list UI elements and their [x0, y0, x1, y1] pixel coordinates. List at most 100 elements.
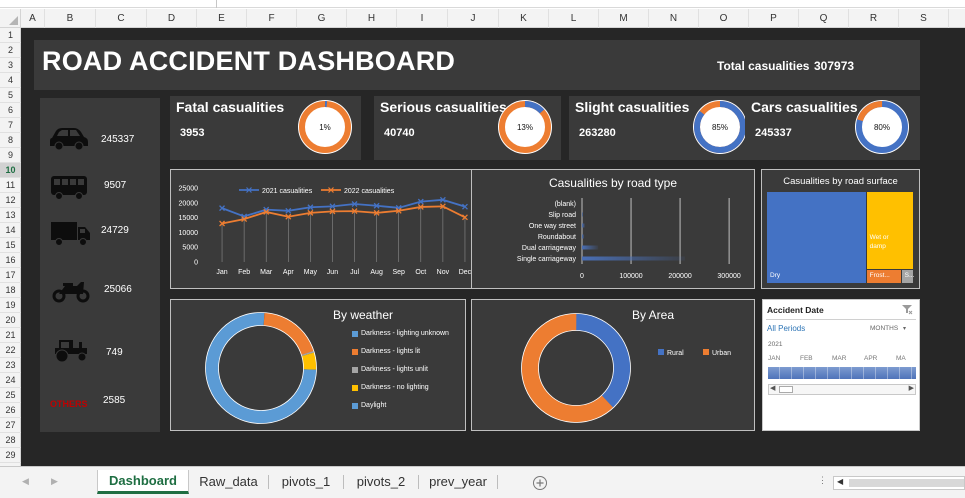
column-header-r[interactable]: R: [849, 9, 899, 28]
column-header-i[interactable]: I: [397, 9, 448, 28]
column-header-j[interactable]: J: [448, 9, 499, 28]
row-header-20[interactable]: 20: [0, 313, 21, 328]
column-header-e[interactable]: E: [197, 9, 247, 28]
row-header-26[interactable]: 26: [0, 403, 21, 418]
road-surface-chart[interactable]: Casualities by road surface Dry Wet or da…: [761, 169, 920, 289]
slicer-month-mar[interactable]: MAR: [832, 355, 846, 362]
row-header-17[interactable]: 17: [0, 268, 21, 283]
column-header-m[interactable]: M: [599, 9, 649, 28]
row-header-24[interactable]: 24: [0, 373, 21, 388]
slicer-month-jan[interactable]: JAN: [768, 355, 780, 362]
row-header-5[interactable]: 5: [0, 88, 21, 103]
tab-scroll-left-icon[interactable]: ◀: [22, 476, 29, 487]
all-periods-label[interactable]: All Periods: [767, 324, 805, 333]
weather-chart[interactable]: By weather Darkness - lighting unknown Da…: [170, 299, 466, 431]
column-header-b[interactable]: B: [45, 9, 96, 28]
row-headers: 1 2 3 4 5 6 7 8 9 10 11 12 13 14 15 16 17 18 19 20 21 22 23 24 2…: [0, 28, 21, 466]
column-header-l[interactable]: L: [549, 9, 599, 28]
scroll-left-icon[interactable]: ◀: [770, 384, 775, 392]
row-header-4[interactable]: 4: [0, 73, 21, 88]
hscroll-left-icon[interactable]: ◀: [837, 477, 843, 486]
column-header-p[interactable]: P: [749, 9, 799, 28]
y-tick-label: 15000: [179, 215, 199, 222]
row-header-29[interactable]: 29: [0, 448, 21, 463]
column-header-c[interactable]: C: [96, 9, 147, 28]
row-header-10[interactable]: 10: [0, 163, 21, 178]
treemap-tile[interactable]: Wet or damp: [866, 192, 913, 270]
row-header-18[interactable]: 18: [0, 283, 21, 298]
legend-item: Rural: [658, 349, 684, 357]
formula-bar[interactable]: [216, 0, 965, 8]
column-header-g[interactable]: G: [297, 9, 347, 28]
row-header-2[interactable]: 2: [0, 43, 21, 58]
row-header-21[interactable]: 21: [0, 328, 21, 343]
row-header-12[interactable]: 12: [0, 193, 21, 208]
monthly-trend-svg: 25000 20000 15000 10000 5000 0 Jan Feb Mar Apr May…: [179, 186, 472, 277]
hscroll-thumb[interactable]: [849, 479, 964, 487]
row-header-6[interactable]: 6: [0, 103, 21, 118]
treemap-tile[interactable]: Frost...: [866, 270, 901, 283]
column-header-h[interactable]: H: [347, 9, 397, 28]
column-header-o[interactable]: O: [699, 9, 749, 28]
tab-separator: [343, 475, 344, 489]
column-header-k[interactable]: K: [499, 9, 549, 28]
row-header-25[interactable]: 25: [0, 388, 21, 403]
slicer-month-ma[interactable]: MA: [896, 355, 906, 362]
monthly-trend-chart[interactable]: 25000 20000 15000 10000 5000 0 Jan Feb Mar Apr May…: [170, 169, 487, 289]
tab-dashboard[interactable]: Dashboard: [97, 470, 189, 494]
row-header-3[interactable]: 3: [0, 58, 21, 73]
vehicle-icons: [50, 128, 90, 363]
row-header-23[interactable]: 23: [0, 358, 21, 373]
others-label: OTHERS: [50, 399, 88, 409]
filter-clear-icon[interactable]: [901, 303, 913, 315]
kpi-card-serious[interactable]: Serious casualities 40740 13%: [374, 96, 561, 160]
slicer-month-feb[interactable]: FEB: [800, 355, 813, 362]
row-header-8[interactable]: 8: [0, 133, 21, 148]
scroll-right-icon[interactable]: ▶: [909, 384, 914, 392]
column-header-d[interactable]: D: [147, 9, 197, 28]
horizontal-scrollbar[interactable]: ◀: [833, 476, 965, 490]
row-header-7[interactable]: 7: [0, 118, 21, 133]
column-header-q[interactable]: Q: [799, 9, 849, 28]
area-donut: [521, 313, 631, 423]
row-header-1[interactable]: 1: [0, 28, 21, 43]
slicer-month-apr[interactable]: APR: [864, 355, 877, 362]
column-header-n[interactable]: N: [649, 9, 699, 28]
row-header-22[interactable]: 22: [0, 343, 21, 358]
row-header-14[interactable]: 14: [0, 223, 21, 238]
row-header-16[interactable]: 16: [0, 253, 21, 268]
x-tick-label: 100000: [619, 273, 642, 280]
row-header-28[interactable]: 28: [0, 433, 21, 448]
row-header-9[interactable]: 9: [0, 148, 21, 163]
kpi-card-fatal[interactable]: Fatal casualities 3953 1%: [170, 96, 361, 160]
road-type-chart[interactable]: Casualities by road type 0 100000 200000 30…: [471, 169, 755, 289]
slicer-level-dropdown[interactable]: MONTHS ▾: [870, 325, 906, 332]
tab-raw-data[interactable]: Raw_data: [191, 471, 266, 493]
plus-circle-icon[interactable]: [532, 475, 548, 491]
row-header-19[interactable]: 19: [0, 298, 21, 313]
slicer-scrollbar[interactable]: ◀ ▶: [768, 384, 916, 395]
row-header-11[interactable]: 11: [0, 178, 21, 193]
kpi-card-cars[interactable]: Cars casualities 245337 80%: [745, 96, 920, 160]
scroll-thumb[interactable]: [779, 386, 793, 393]
accident-date-slicer[interactable]: Accident Date All Periods MONTHS ▾ 2021 …: [762, 299, 920, 431]
tab-pivots-1[interactable]: pivots_1: [270, 471, 342, 493]
tab-scroll-right-icon[interactable]: ▶: [51, 476, 58, 487]
column-header-f[interactable]: F: [247, 9, 297, 28]
legend-label: Darkness - lighting unknown: [361, 330, 449, 337]
tab-prev-year[interactable]: prev_year: [420, 471, 496, 493]
column-header-s[interactable]: S: [899, 9, 949, 28]
tab-pivots-2[interactable]: pivots_2: [345, 471, 417, 493]
area-chart[interactable]: By Area Rural Urban: [471, 299, 755, 431]
treemap-tile[interactable]: S...: [901, 270, 914, 283]
column-header-a[interactable]: A: [21, 9, 45, 28]
treemap-tile[interactable]: Dry: [767, 192, 866, 283]
row-header-27[interactable]: 27: [0, 418, 21, 433]
x-tick-label: Mar: [260, 269, 273, 276]
legend-swatch: [352, 331, 358, 337]
select-all-button[interactable]: [0, 9, 21, 28]
row-header-13[interactable]: 13: [0, 208, 21, 223]
kpi-card-slight[interactable]: Slight casualities 263280 85%: [569, 96, 756, 160]
row-header-15[interactable]: 15: [0, 238, 21, 253]
tab-options-icon[interactable]: ⋮: [818, 475, 827, 486]
